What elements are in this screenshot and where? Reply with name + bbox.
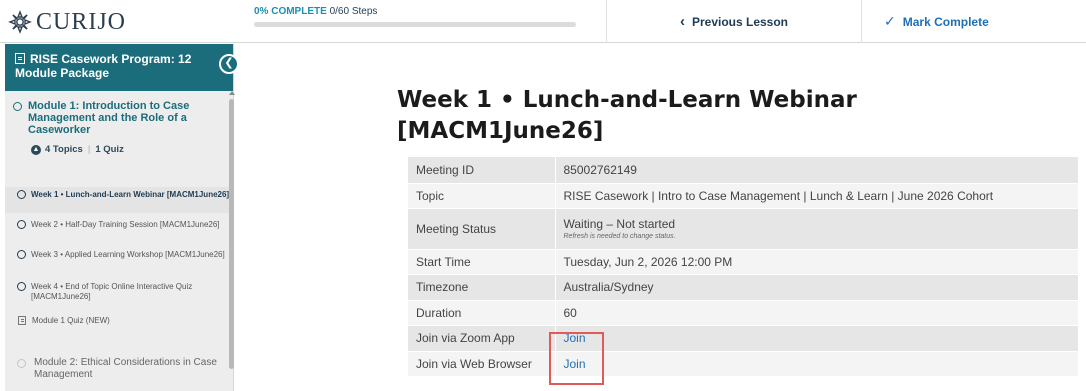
- row-label: Meeting ID: [408, 157, 556, 184]
- table-row: Start Time Tuesday, Jun 2, 2026 12:00 PM: [408, 249, 1078, 275]
- scrollbar-thumb[interactable]: [229, 99, 234, 369]
- scroll-up-arrow-icon[interactable]: [229, 91, 235, 95]
- sidebar-scrollbar[interactable]: [229, 91, 235, 369]
- mark-complete-button[interactable]: ✓ Mark Complete: [862, 0, 1086, 43]
- lesson-label: Week 2 • Half-Day Training Session [MACM…: [31, 220, 220, 229]
- lesson-label: Week 4 • End of Topic Online Interactive…: [31, 282, 193, 301]
- quiz-item-module-1[interactable]: Module 1 Quiz (NEW): [5, 316, 233, 330]
- lesson-status-ring-icon: [17, 190, 26, 199]
- course-sidebar: RISE Casework Program: 12 Module Package…: [5, 44, 234, 391]
- previous-lesson-label: Previous Lesson: [691, 14, 789, 29]
- module-status-ring-icon: [13, 102, 22, 111]
- course-book-icon: [15, 53, 25, 64]
- row-label: Start Time: [408, 249, 556, 275]
- lesson-item-week-1[interactable]: Week 1 • Lunch-and-Learn Webinar [MACM1J…: [5, 187, 233, 213]
- chevron-up-icon: ▲: [31, 144, 41, 155]
- course-title-header[interactable]: RISE Casework Program: 12 Module Package: [5, 44, 233, 91]
- quiz-icon: [18, 316, 26, 325]
- module-1-expand-toggle[interactable]: ▲ 4 Topics | 1 Quiz: [13, 144, 223, 155]
- lesson-label: Week 1 • Lunch-and-Learn Webinar [MACM1J…: [31, 190, 230, 199]
- lesson-status-ring-icon: [17, 220, 26, 229]
- module-1: Module 1: Introduction to Case Managemen…: [13, 100, 223, 155]
- lesson-status-ring-icon: [17, 250, 26, 259]
- brand-logo[interactable]: CURIJO: [8, 9, 238, 35]
- table-row: Duration 60: [408, 300, 1078, 326]
- duration-value: 60: [555, 300, 1078, 326]
- check-icon: ✓: [884, 13, 896, 29]
- logo-icon: [8, 10, 32, 34]
- lesson-item-week-2[interactable]: Week 2 • Half-Day Training Session [MACM…: [5, 220, 233, 242]
- meta-divider: |: [87, 144, 91, 155]
- course-progress: 0% COMPLETE 0/60 Steps: [254, 6, 576, 27]
- join-web-browser-cell: Join: [555, 351, 1078, 377]
- join-zoom-app-cell: Join: [555, 325, 1078, 352]
- meeting-id-value: 85002762149: [555, 157, 1078, 184]
- collapse-sidebar-button[interactable]: ❮: [219, 54, 239, 74]
- join-links-highlight: [549, 332, 604, 385]
- timezone-value: Australia/Sydney: [555, 274, 1078, 301]
- module-1-topics-count: 4 Topics: [45, 144, 83, 155]
- module-status-ring-icon: [17, 359, 26, 368]
- quiz-label: Module 1 Quiz (NEW): [32, 316, 110, 325]
- top-bar: CURIJO 0% COMPLETE 0/60 Steps ‹ Previous…: [0, 0, 1086, 43]
- table-row: Topic RISE Casework | Intro to Case Mana…: [408, 183, 1078, 209]
- row-label: Join via Zoom App: [408, 325, 556, 352]
- progress-percent: 0% COMPLETE: [254, 6, 327, 17]
- module-1-header[interactable]: Module 1: Introduction to Case Managemen…: [13, 100, 223, 136]
- meeting-status-value: Waiting – Not started: [563, 217, 676, 231]
- course-title: RISE Casework Program: 12 Module Package: [15, 52, 192, 80]
- start-time-value: Tuesday, Jun 2, 2026 12:00 PM: [555, 249, 1078, 275]
- previous-lesson-button[interactable]: ‹ Previous Lesson: [606, 0, 862, 43]
- brand-name: CURIJO: [36, 8, 127, 35]
- table-row: Timezone Australia/Sydney: [408, 274, 1078, 301]
- mark-complete-label: Mark Complete: [902, 14, 989, 29]
- table-row: Join via Web Browser Join: [408, 351, 1078, 377]
- topic-value: RISE Casework | Intro to Case Management…: [555, 183, 1078, 209]
- row-label: Topic: [408, 183, 556, 209]
- lesson-label: Week 3 • Applied Learning Workshop [MACM…: [31, 250, 225, 259]
- page-title: Week 1 • Lunch-and-Learn Webinar [MACM1J…: [397, 87, 857, 144]
- lesson-item-week-3[interactable]: Week 3 • Applied Learning Workshop [MACM…: [5, 250, 233, 272]
- row-label: Duration: [408, 300, 556, 326]
- progress-steps: 0/60 Steps: [329, 6, 378, 17]
- table-row: Meeting Status Waiting – Not started Ref…: [408, 208, 1078, 250]
- lesson-status-ring-icon: [17, 282, 26, 291]
- meeting-details-table: Meeting ID 85002762149 Topic RISE Casewo…: [408, 157, 1078, 377]
- status-refresh-note: Refresh is needed to change status.: [563, 233, 676, 240]
- progress-bar: [254, 22, 576, 27]
- chevron-left-icon: ‹: [679, 13, 685, 30]
- module-2-title: Module 2: Ethical Considerations in Case…: [34, 357, 217, 380]
- module-2[interactable]: Module 2: Ethical Considerations in Case…: [17, 357, 227, 381]
- table-row: Join via Zoom App Join: [408, 325, 1078, 352]
- meeting-status-cell: Waiting – Not started Refresh is needed …: [555, 208, 1078, 250]
- row-label: Meeting Status: [408, 208, 556, 250]
- module-1-title: Module 1: Introduction to Case Managemen…: [28, 100, 190, 136]
- module-1-quiz-count: 1 Quiz: [95, 144, 124, 155]
- row-label: Timezone: [408, 274, 556, 301]
- table-row: Meeting ID 85002762149: [408, 157, 1078, 184]
- chevron-left-icon: ❮: [224, 57, 234, 69]
- lesson-item-week-4[interactable]: Week 4 • End of Topic Online Interactive…: [5, 282, 233, 304]
- row-label: Join via Web Browser: [408, 351, 556, 377]
